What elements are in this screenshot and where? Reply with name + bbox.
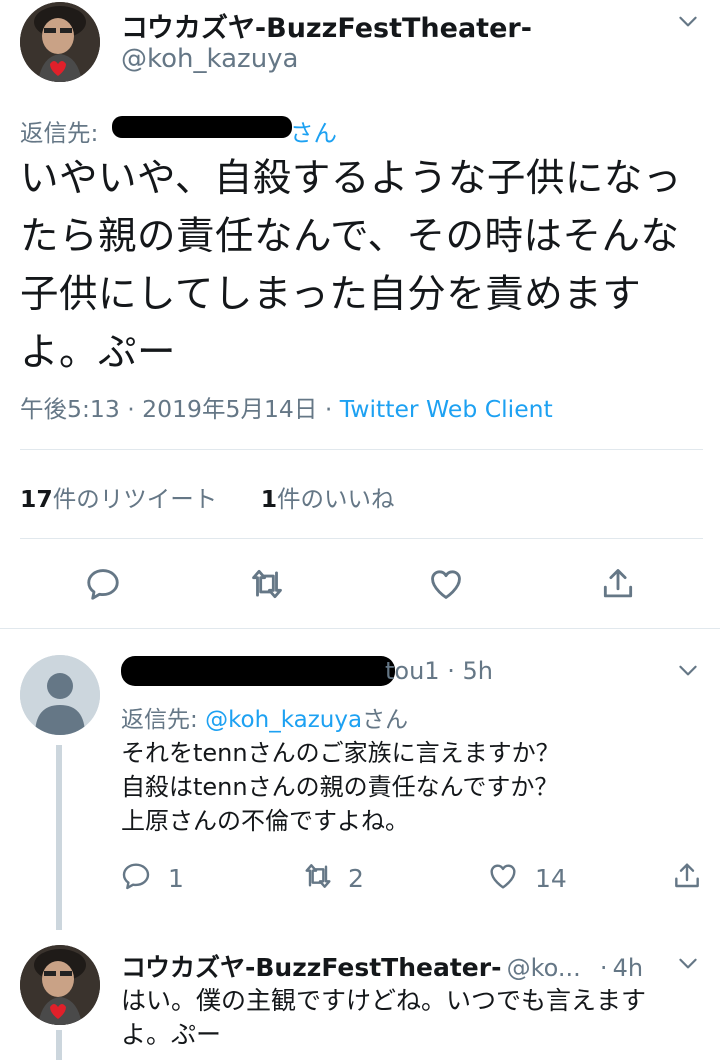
like-label: 件のいいね xyxy=(277,485,395,513)
reply-time[interactable]: 5h xyxy=(463,657,493,685)
tweet-text-line: 子供にしてしまった自分を責めます xyxy=(20,272,642,317)
retweet-count: 17 xyxy=(20,485,53,513)
header-separator: · xyxy=(599,954,608,982)
reply-count: 1 xyxy=(168,863,184,893)
reply2-display-name[interactable]: コウカズヤ-BuzzFestTheater- xyxy=(121,953,501,982)
reply-text: それをtennさんのご家族に言えますか？ 自殺はtennさんの親の責任なんですか… xyxy=(121,736,701,838)
retweet-stat[interactable]: 17件のリツイート xyxy=(20,485,225,513)
thread-line xyxy=(56,745,62,930)
author-display-name[interactable]: コウカズヤ-BuzzFestTheater- xyxy=(121,6,532,45)
tweet-text: いやいや、自殺するような子供になっ たら親の責任なんで、その時はそんな 子供にし… xyxy=(20,150,710,382)
reply-header: tou1 · 5h xyxy=(385,657,493,685)
meta-separator: · xyxy=(324,395,333,423)
tweet-text-line: たら親の責任なんで、その時はそんな xyxy=(20,214,680,259)
retweet-count: 2 xyxy=(348,863,364,893)
divider xyxy=(20,538,703,539)
tweet-timestamp[interactable]: 午後5:13 · 2019年5月14日 xyxy=(20,395,317,423)
reply-text-line: 自殺はtennさんの親の責任なんですか？ xyxy=(121,773,559,801)
reply-text-line: それをtennさんのご家族に言えますか？ xyxy=(121,739,560,767)
reply2-time[interactable]: 4h xyxy=(613,954,643,982)
chevron-down-icon[interactable] xyxy=(675,950,701,980)
tweet-stats: 17件のリツイート 1件のいいね xyxy=(20,480,395,514)
reply-handle[interactable]: tou1 xyxy=(385,657,440,685)
redacted-mention xyxy=(112,116,292,138)
thread-line xyxy=(56,1030,62,1060)
retweet-icon[interactable] xyxy=(248,565,286,607)
divider xyxy=(20,449,703,450)
like-icon xyxy=(487,860,519,896)
like-count: 1 xyxy=(260,485,278,513)
reply-to-label: 返信先: xyxy=(121,707,198,733)
reply2-header: コウカズヤ-BuzzFestTheater- @ko... · 4h xyxy=(121,948,643,984)
chevron-down-icon[interactable] xyxy=(675,657,701,687)
reply-to-suffix: さん xyxy=(290,119,337,147)
redacted-name xyxy=(121,656,395,686)
author-avatar[interactable] xyxy=(20,2,100,82)
author-handle[interactable]: @koh_kazuya xyxy=(121,44,299,74)
reply2-text-line: よ。ぷー xyxy=(121,1020,222,1049)
reply2-text-line: はい。僕の主観ですけどね。いつでも言えます xyxy=(121,986,647,1015)
tweet-client[interactable]: Twitter Web Client xyxy=(340,395,553,423)
retweet-label: 件のリツイート xyxy=(52,485,218,513)
reply-icon[interactable] xyxy=(84,565,122,607)
reply-to-suffix: さん xyxy=(362,707,409,733)
author-avatar[interactable] xyxy=(20,945,100,1025)
reply-to-label: 返信先: xyxy=(20,119,99,147)
retweet-button[interactable]: 2 xyxy=(302,860,364,896)
chevron-down-icon[interactable] xyxy=(675,8,701,38)
reply-text-line: 上原さんの不倫ですよね。 xyxy=(121,807,409,835)
share-icon[interactable] xyxy=(671,860,703,896)
reply-button[interactable]: 1 xyxy=(120,860,184,896)
reply-to-handle[interactable]: @koh_kazuya xyxy=(205,707,362,733)
divider xyxy=(0,628,720,629)
reply2-text: はい。僕の主観ですけどね。いつでも言えます よ。ぷー xyxy=(121,984,701,1052)
reply2-handle[interactable]: @ko... xyxy=(507,954,581,982)
reply-to-line: 返信先: @koh_kazuyaさん xyxy=(121,700,408,734)
like-icon[interactable] xyxy=(427,565,465,607)
share-icon[interactable] xyxy=(599,565,637,607)
retweet-icon xyxy=(302,860,334,896)
header-separator: · xyxy=(447,657,455,685)
default-avatar-icon[interactable] xyxy=(20,655,100,735)
reply-icon xyxy=(120,860,152,896)
like-button[interactable]: 14 xyxy=(487,860,567,896)
tweet-text-line: いやいや、自殺するような子供になっ xyxy=(20,156,682,201)
tweet-text-line: よ。ぷー xyxy=(20,330,177,375)
tweet-meta: 午後5:13 · 2019年5月14日 · Twitter Web Client xyxy=(20,390,553,424)
like-count: 14 xyxy=(535,863,567,893)
like-stat[interactable]: 1件のいいね xyxy=(261,485,395,513)
